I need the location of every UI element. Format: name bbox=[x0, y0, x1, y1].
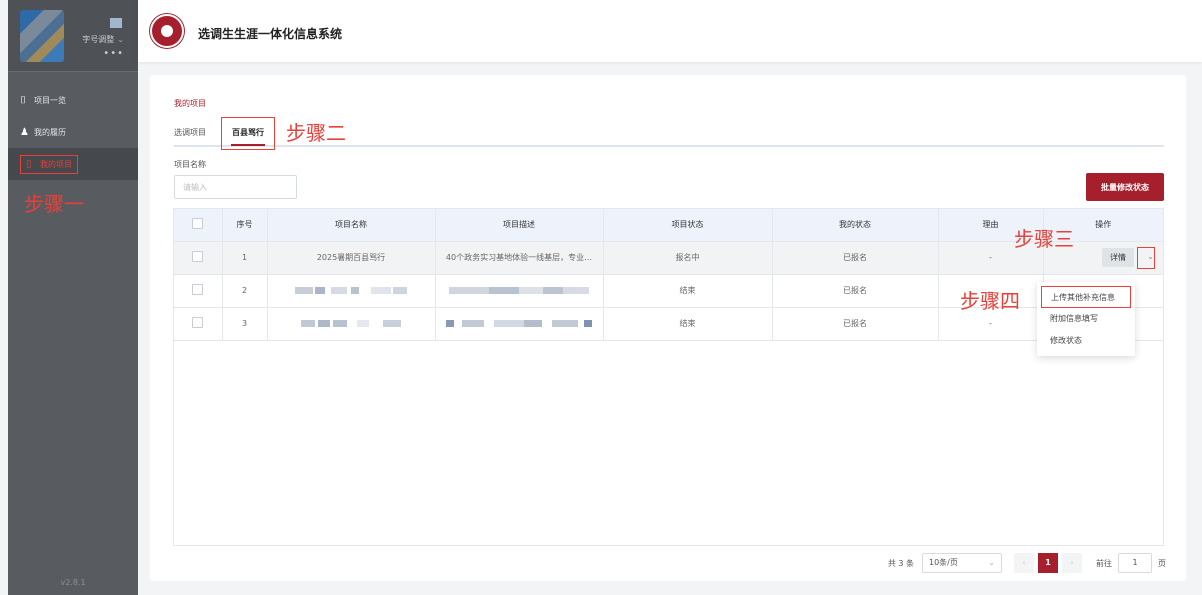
book-icon: ⌷ bbox=[20, 94, 26, 106]
field-label: 项目名称 bbox=[174, 160, 206, 169]
row-number: 3 bbox=[222, 307, 268, 341]
project-table: 序号 项目名称 项目描述 项目状态 我的状态 理由 操作 1 2025暑期百县骂… bbox=[173, 208, 1164, 546]
column-header: 项目描述 bbox=[435, 209, 604, 242]
my-status: 已报名 bbox=[772, 274, 939, 308]
annotation-box: ▯ 我的项目 bbox=[20, 154, 78, 174]
logo bbox=[150, 14, 184, 48]
annotation-step3: 步骤三 bbox=[1014, 227, 1074, 251]
menu-item-upload-supplementary[interactable]: 上传其他补充信息 bbox=[1041, 286, 1131, 308]
page-size-select[interactable]: 10条/页 ⌄ bbox=[922, 553, 1002, 573]
pagination: 共 3 条 10条/页 ⌄ ‹ 1 › 前往 1 页 bbox=[888, 553, 1166, 573]
header: 选调生生涯一体化信息系统 bbox=[138, 0, 1202, 62]
detail-button[interactable]: 详情 bbox=[1102, 248, 1134, 267]
actions-dropdown-menu: 上传其他补充信息 附加信息填写 修改状态 bbox=[1037, 282, 1135, 356]
system-title: 选调生生涯一体化信息系统 bbox=[198, 27, 343, 41]
page-size-value: 10条/页 bbox=[929, 558, 958, 567]
tab-underline bbox=[231, 144, 265, 146]
version-label: v2.8.1 bbox=[60, 578, 86, 587]
sidebar-item-label: 项目一览 bbox=[34, 95, 66, 105]
sidebar: 字号调整 ⌄ ••• ⌷ 项目一览 ♟ 我的履历 ▯ 我的项目 v2.8.1 bbox=[8, 0, 138, 595]
chevron-down-icon: ⌄ bbox=[117, 35, 124, 44]
project-name: 2025暑期百县骂行 bbox=[267, 241, 436, 275]
sidebar-item-projects[interactable]: ⌷ 项目一览 bbox=[8, 84, 138, 116]
row-checkbox[interactable] bbox=[192, 251, 204, 262]
select-all-checkbox[interactable] bbox=[192, 218, 204, 230]
profile-menu[interactable]: 字号调整 ⌄ bbox=[82, 34, 124, 45]
project-desc-redacted bbox=[435, 307, 604, 341]
sidebar-item-resume[interactable]: ♟ 我的履历 bbox=[8, 116, 138, 148]
menu-item-additional-info[interactable]: 附加信息填写 bbox=[1037, 308, 1135, 330]
annotation-step4: 步骤四 bbox=[960, 289, 1020, 313]
goto-label: 前往 bbox=[1096, 558, 1112, 568]
tab-hundred-counties[interactable]: 百县骂行 bbox=[232, 127, 264, 138]
my-status: 已报名 bbox=[772, 307, 939, 341]
page-number-current[interactable]: 1 bbox=[1038, 553, 1058, 573]
column-header: 序号 bbox=[222, 209, 268, 242]
my-status: 已报名 bbox=[772, 241, 939, 275]
more-icon[interactable]: ••• bbox=[103, 48, 124, 59]
project-name-input[interactable] bbox=[174, 175, 297, 199]
row-checkbox[interactable] bbox=[192, 317, 204, 328]
project-desc: 40个政务实习基地体验一线基层，专业… bbox=[435, 241, 604, 275]
profile-thumbnail bbox=[110, 18, 122, 28]
avatar bbox=[20, 10, 64, 62]
goto-page-input[interactable]: 1 bbox=[1118, 553, 1152, 573]
chevron-down-icon: ⌄ bbox=[988, 558, 995, 567]
column-header: 项目名称 bbox=[267, 209, 436, 242]
profile-name: 字号调整 bbox=[82, 35, 115, 44]
batch-status-button[interactable]: 批量修改状态 bbox=[1086, 173, 1164, 201]
total-count: 共 3 条 bbox=[887, 558, 914, 568]
more-actions-button[interactable]: ⌄ bbox=[1137, 246, 1155, 269]
column-header: 我的状态 bbox=[772, 209, 939, 242]
document-icon: ▯ bbox=[26, 158, 32, 170]
row-checkbox[interactable] bbox=[192, 284, 204, 295]
next-page-button[interactable]: › bbox=[1062, 553, 1082, 573]
breadcrumb: 我的项目 bbox=[174, 99, 206, 108]
row-select-cell[interactable] bbox=[174, 241, 223, 275]
sidebar-item-label: 我的履历 bbox=[34, 127, 66, 137]
row-select-cell[interactable] bbox=[174, 307, 223, 341]
project-name-redacted bbox=[267, 307, 436, 341]
project-name-redacted bbox=[267, 274, 436, 308]
sidebar-item-label: 我的项目 bbox=[40, 159, 72, 169]
menu-item-change-status[interactable]: 修改状态 bbox=[1037, 330, 1135, 352]
project-status: 报名中 bbox=[603, 241, 773, 275]
row-select-cell[interactable] bbox=[174, 274, 223, 308]
project-desc-redacted bbox=[435, 274, 604, 308]
column-header: 项目状态 bbox=[603, 209, 773, 242]
user-icon: ♟ bbox=[20, 126, 29, 138]
project-status: 结束 bbox=[603, 307, 773, 341]
prev-page-button[interactable]: ‹ bbox=[1014, 553, 1034, 573]
project-status: 结束 bbox=[603, 274, 773, 308]
annotation-step2: 步骤二 bbox=[286, 121, 346, 145]
row-number: 2 bbox=[222, 274, 268, 308]
chevron-down-icon: ⌄ bbox=[1147, 251, 1154, 261]
tab-selection-projects[interactable]: 选调项目 bbox=[174, 127, 206, 138]
profile-panel[interactable]: 字号调整 ⌄ ••• bbox=[8, 0, 138, 72]
select-all-cell[interactable] bbox=[174, 209, 223, 242]
row-number: 1 bbox=[222, 241, 268, 275]
annotation-step1: 步骤一 bbox=[24, 192, 84, 216]
page-unit: 页 bbox=[1158, 558, 1166, 568]
sidebar-item-my-projects[interactable]: ▯ 我的项目 bbox=[8, 148, 138, 180]
main-card: 我的项目 选调项目 百县骂行 步骤二 项目名称 批量修改状态 序号 项目名称 项… bbox=[150, 75, 1186, 581]
